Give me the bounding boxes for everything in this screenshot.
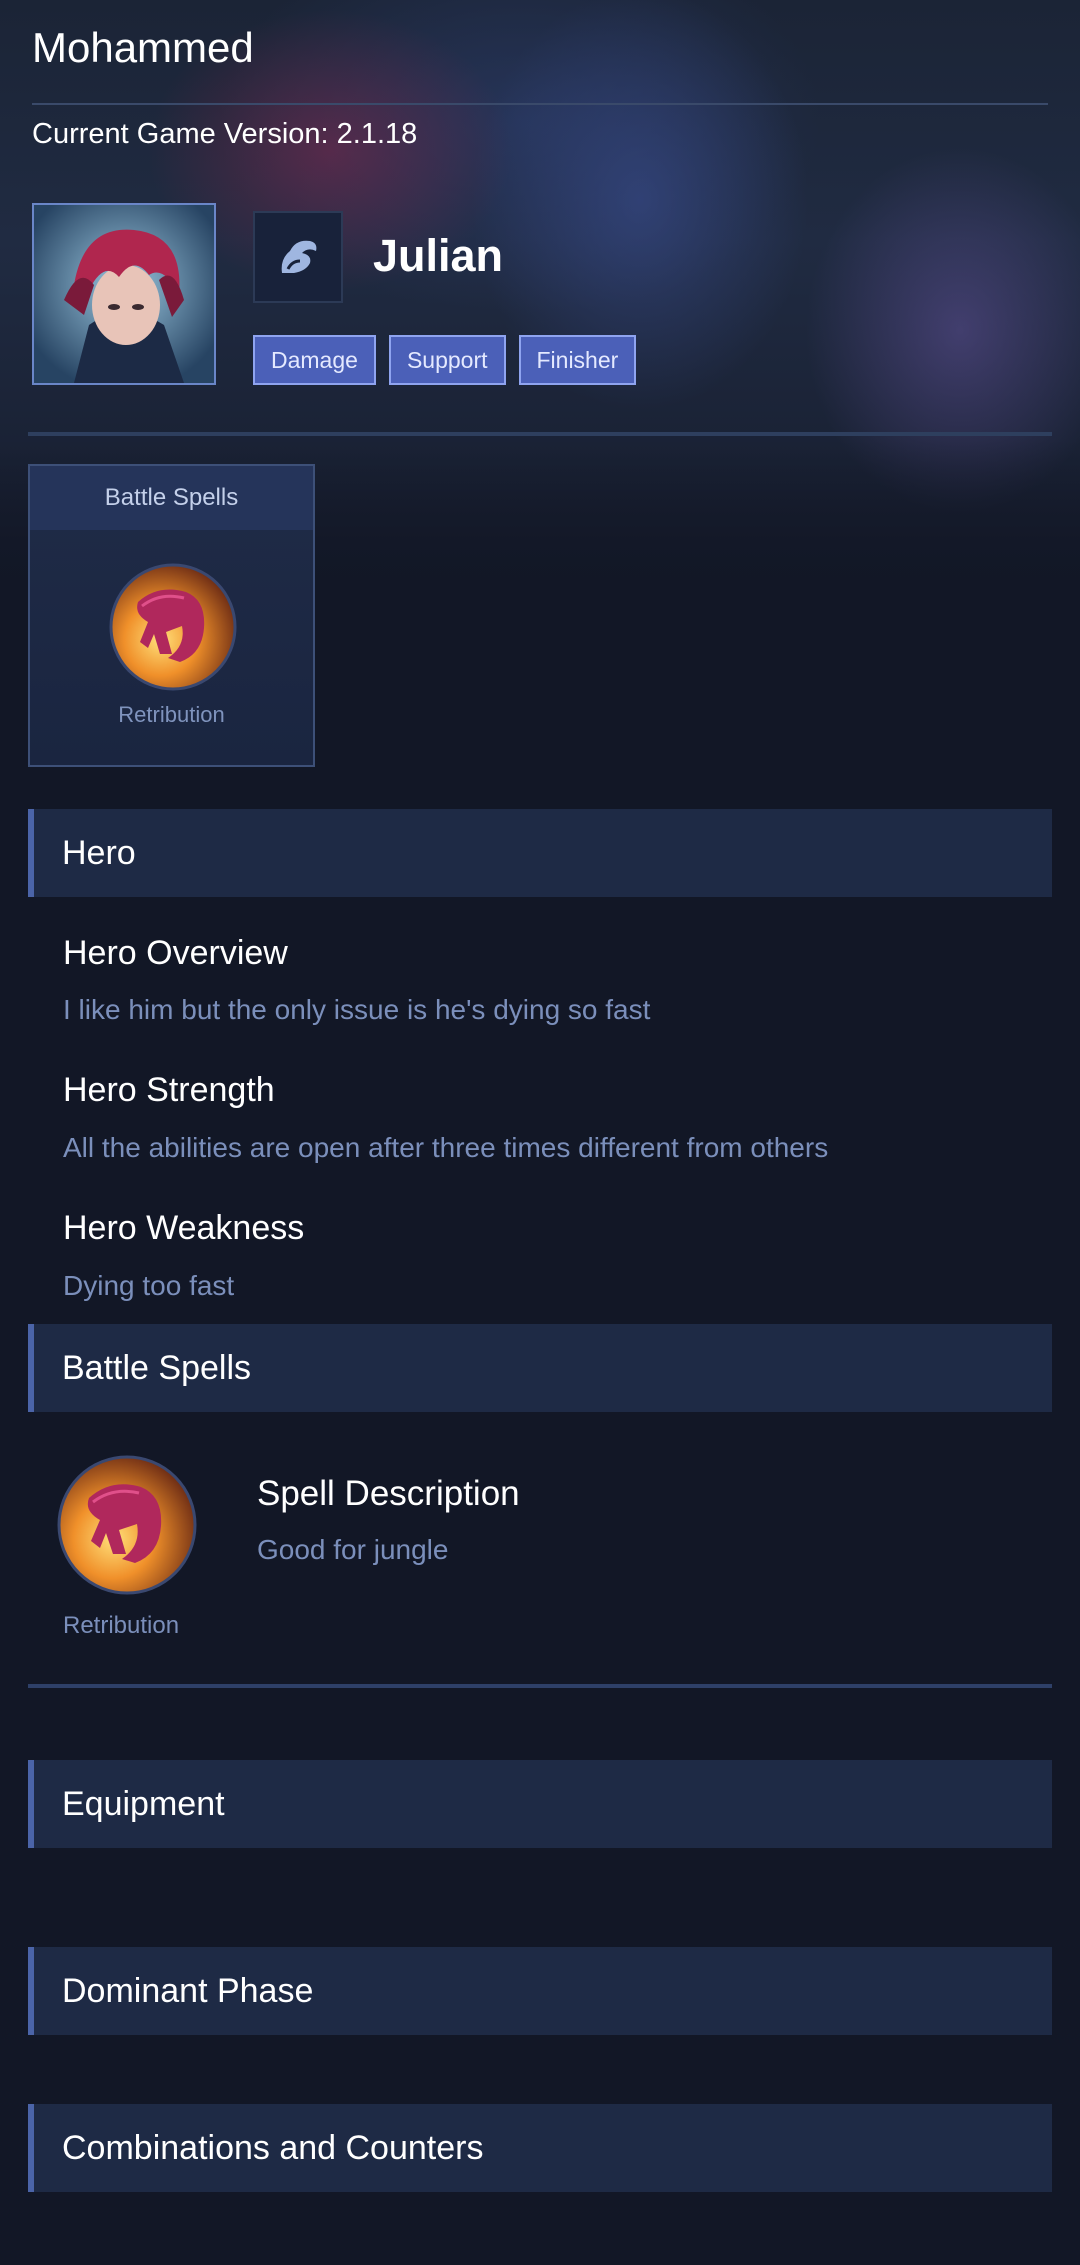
battle-spell-card-label: Retribution [118, 702, 225, 727]
section-dominant-phase[interactable]: Dominant Phase [28, 1947, 1052, 2035]
hero-overview-title: Hero Overview [63, 934, 288, 972]
section-hero[interactable]: Hero [28, 809, 1052, 897]
hero-portrait-art [34, 205, 214, 383]
hero-weakness-title: Hero Weakness [63, 1209, 305, 1247]
section-battle-spells[interactable]: Battle Spells [28, 1324, 1052, 1412]
header-divider [32, 103, 1048, 105]
spell-description-text: Good for jungle [257, 1534, 449, 1565]
section-equipment[interactable]: Equipment [28, 1760, 1052, 1848]
section-combinations-counters[interactable]: Combinations and Counters [28, 2104, 1052, 2192]
tag-support[interactable]: Support [388, 335, 506, 385]
hero-weakness-text: Dying too fast [63, 1270, 235, 1301]
tag-damage[interactable]: Damage [253, 335, 376, 385]
hero-overview-text: I like him but the only issue is he's dy… [63, 994, 651, 1025]
game-version: Current Game Version: 2.1.18 [32, 118, 418, 150]
user-name: Mohammed [32, 24, 254, 71]
hero-portrait[interactable] [32, 203, 216, 385]
battle-spell-card-title: Battle Spells [30, 466, 313, 530]
spells-divider [28, 1684, 1052, 1688]
hero-strength-text: All the abilities are open after three t… [63, 1132, 829, 1163]
tag-finisher[interactable]: Finisher [518, 335, 637, 385]
hero-strength-title: Hero Strength [63, 1071, 275, 1109]
retribution-claw-icon [109, 563, 237, 691]
retribution-claw-icon [57, 1455, 197, 1595]
hero-divider [28, 432, 1052, 436]
hero-role-tags: Damage Support Finisher [253, 335, 637, 385]
hero-name: Julian [373, 230, 504, 281]
spell-description-title: Spell Description [257, 1474, 520, 1513]
battle-spell-card[interactable]: Battle Spells Retribution [28, 464, 315, 767]
assassin-fist-icon [253, 211, 343, 303]
spell-name-label: Retribution [63, 1612, 180, 1639]
